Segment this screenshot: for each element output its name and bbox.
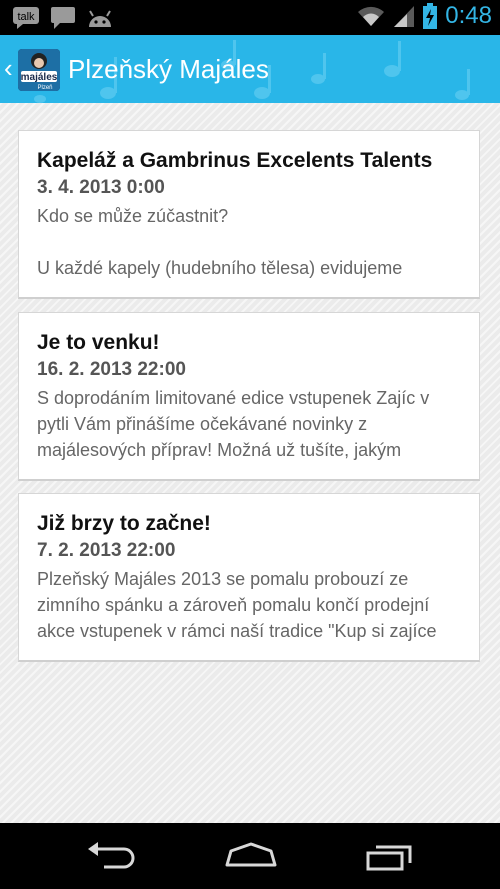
back-icon[interactable] (86, 841, 136, 871)
excerpt-line: Kdo se může zúčastnit? (37, 206, 229, 226)
excerpt-line: U každé kapely (hudebního tělesa) eviduj… (37, 258, 403, 278)
talk-label: talk (17, 11, 35, 23)
news-list[interactable]: Kapeláž a Gambrinus Excelents Talents 3.… (0, 103, 500, 823)
news-card[interactable]: Je to venku! 16. 2. 2013 22:00 S doprodá… (18, 312, 480, 481)
logo-subtext: Plzeň (37, 85, 52, 91)
excerpt-line: zimního spánku a zároveň pomalu končí pr… (37, 595, 430, 615)
excerpt-line: majálesových příprav! Možná už tušíte, j… (37, 440, 402, 460)
android-icon (89, 10, 111, 27)
excerpt-line: Plzeňský Majáles 2013 se pomalu probouzí… (37, 569, 409, 589)
news-card[interactable]: Kapeláž a Gambrinus Excelents Talents 3.… (18, 130, 480, 299)
chat-icon (51, 7, 75, 29)
up-chevron-icon[interactable]: ‹ (4, 53, 13, 83)
news-date: 7. 2. 2013 22:00 (37, 540, 176, 561)
excerpt-line: akce vstupenek v rámci naší tradice "Kup… (37, 621, 437, 641)
news-excerpt: Kdo se může zúčastnit? U každé kapely (h… (37, 203, 467, 281)
excerpt-line: pytli Vám přinášíme očekávané novinky z (37, 414, 368, 434)
news-title: Již brzy to začne! (37, 512, 211, 535)
news-excerpt: S doprodáním limitované edice vstupenek … (37, 385, 467, 463)
news-title: Kapeláž a Gambrinus Excelents Talents (37, 149, 433, 172)
news-card[interactable]: Již brzy to začne! 7. 2. 2013 22:00 Plze… (18, 493, 480, 662)
news-date: 3. 4. 2013 0:00 (37, 177, 165, 198)
home-icon[interactable] (224, 841, 278, 871)
app-title: Plzeňský Majáles (68, 54, 269, 84)
excerpt-line (37, 229, 467, 255)
navigation-bar (0, 823, 500, 889)
excerpt-line: S doprodáním limitované edice vstupenek … (37, 388, 430, 408)
app-logo[interactable]: majáles Plzeň (18, 49, 60, 91)
signal-icon (394, 6, 415, 27)
news-excerpt: Plzeňský Majáles 2013 se pomalu probouzí… (37, 566, 467, 644)
battery-charging-icon (423, 3, 438, 29)
talk-icon: talk (13, 7, 39, 29)
news-title: Je to venku! (37, 331, 160, 354)
logo-text: majáles (21, 72, 58, 83)
clock: 0:48 (445, 2, 492, 29)
news-date: 16. 2. 2013 22:00 (37, 359, 186, 380)
recent-apps-icon[interactable] (364, 841, 414, 871)
wifi-icon (358, 6, 385, 26)
status-bar: talk 0:48 (0, 0, 500, 35)
action-bar: ‹ majáles Plzeň Plzeňský Majáles (0, 35, 500, 103)
